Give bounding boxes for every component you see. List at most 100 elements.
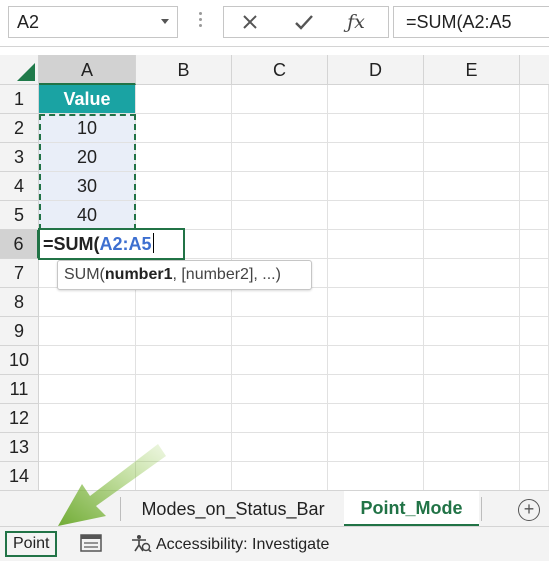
column-header-d[interactable]: D bbox=[328, 55, 424, 85]
grid-cell[interactable] bbox=[328, 114, 424, 143]
grid-cell[interactable] bbox=[136, 143, 232, 172]
grid-cell[interactable] bbox=[424, 462, 520, 491]
column-header-a[interactable]: A bbox=[39, 55, 136, 85]
row-header-9[interactable]: 9 bbox=[0, 317, 39, 346]
grid-cell[interactable] bbox=[424, 433, 520, 462]
column-header-e[interactable]: E bbox=[424, 55, 520, 85]
grid-cell[interactable] bbox=[136, 114, 232, 143]
grid-cell[interactable] bbox=[424, 143, 520, 172]
column-header-b[interactable]: B bbox=[136, 55, 232, 85]
grid-cell[interactable] bbox=[39, 346, 136, 375]
grid-cell[interactable] bbox=[232, 143, 328, 172]
grid-cell[interactable] bbox=[136, 317, 232, 346]
grid-cell[interactable] bbox=[136, 201, 232, 230]
grid-cell[interactable] bbox=[424, 85, 520, 114]
insert-function-icon[interactable]: ƒx bbox=[344, 10, 368, 34]
grid-cell[interactable] bbox=[232, 201, 328, 230]
tab-modes-on-status-bar[interactable]: Modes_on_Status_Bar bbox=[122, 491, 344, 527]
grid-cell[interactable] bbox=[328, 143, 424, 172]
grid-cell[interactable] bbox=[520, 317, 549, 346]
row-header-11[interactable]: 11 bbox=[0, 375, 39, 404]
grid-cell[interactable] bbox=[424, 201, 520, 230]
cancel-icon[interactable] bbox=[238, 10, 262, 34]
grid-cell[interactable] bbox=[520, 259, 549, 288]
row-header-12[interactable]: 12 bbox=[0, 404, 39, 433]
enter-check-icon[interactable] bbox=[292, 10, 316, 34]
grid-cell[interactable] bbox=[136, 346, 232, 375]
grid-cell[interactable] bbox=[328, 85, 424, 114]
row-header-13[interactable]: 13 bbox=[0, 433, 39, 462]
grid-cell[interactable] bbox=[424, 404, 520, 433]
row-header-1[interactable]: 1 bbox=[0, 85, 39, 114]
row-header-14[interactable]: 14 bbox=[0, 462, 39, 491]
grid-cell[interactable] bbox=[328, 259, 424, 288]
grid-cell[interactable] bbox=[232, 172, 328, 201]
grid-cell[interactable] bbox=[232, 462, 328, 491]
column-header-c[interactable]: C bbox=[232, 55, 328, 85]
grid-cell[interactable] bbox=[136, 433, 232, 462]
grid-cell[interactable] bbox=[328, 172, 424, 201]
grid-cell[interactable] bbox=[328, 230, 424, 259]
row-header-8[interactable]: 8 bbox=[0, 288, 39, 317]
cell-a4[interactable]: 30 bbox=[39, 172, 136, 201]
accessibility-status[interactable]: Accessibility: Investigate bbox=[130, 534, 329, 555]
grid-cell[interactable] bbox=[520, 346, 549, 375]
grid-cell[interactable] bbox=[424, 114, 520, 143]
grid-cell[interactable] bbox=[39, 375, 136, 404]
grid-cell[interactable] bbox=[328, 288, 424, 317]
grid-cell[interactable] bbox=[232, 85, 328, 114]
grid-cell[interactable] bbox=[520, 288, 549, 317]
cell-a2[interactable]: 10 bbox=[39, 114, 136, 143]
name-box[interactable]: A2 bbox=[8, 6, 178, 38]
grid-cell[interactable] bbox=[328, 375, 424, 404]
grid-cell[interactable] bbox=[136, 375, 232, 404]
grid-cell[interactable] bbox=[520, 85, 549, 114]
grid-cell[interactable] bbox=[424, 317, 520, 346]
grid-cell[interactable] bbox=[328, 201, 424, 230]
tooltip-arg-current[interactable]: number1 bbox=[105, 266, 173, 283]
grid-cell[interactable] bbox=[39, 317, 136, 346]
grid-cell[interactable] bbox=[39, 288, 136, 317]
tab-point-mode[interactable]: Point_Mode bbox=[344, 491, 479, 527]
grid-cell[interactable] bbox=[232, 433, 328, 462]
add-sheet-icon[interactable]: + bbox=[518, 499, 540, 521]
grid-cell[interactable] bbox=[136, 288, 232, 317]
chevron-down-icon[interactable] bbox=[161, 19, 169, 24]
grid-cell[interactable] bbox=[39, 433, 136, 462]
grid-cell[interactable] bbox=[424, 230, 520, 259]
grid-cell[interactable] bbox=[328, 462, 424, 491]
active-cell-editor[interactable]: =SUM(A2:A5 bbox=[38, 228, 185, 260]
grid-cell[interactable] bbox=[328, 317, 424, 346]
select-all-corner[interactable] bbox=[0, 55, 39, 85]
formula-input[interactable]: =SUM(A2:A5 bbox=[393, 6, 549, 38]
grid-cell[interactable] bbox=[232, 114, 328, 143]
grid-cell[interactable] bbox=[328, 433, 424, 462]
row-header-10[interactable]: 10 bbox=[0, 346, 39, 375]
grid-cell[interactable] bbox=[520, 462, 549, 491]
grid-cell[interactable] bbox=[232, 288, 328, 317]
row-header-7[interactable]: 7 bbox=[0, 259, 39, 288]
row-header-4[interactable]: 4 bbox=[0, 172, 39, 201]
more-options-icon[interactable] bbox=[199, 12, 202, 34]
grid-cell[interactable] bbox=[520, 230, 549, 259]
grid-cell[interactable] bbox=[232, 230, 328, 259]
cell-a1[interactable]: Value bbox=[39, 85, 136, 114]
grid-cell[interactable] bbox=[424, 375, 520, 404]
grid-cell[interactable] bbox=[424, 259, 520, 288]
row-header-6[interactable]: 6 bbox=[0, 230, 39, 259]
grid-cell[interactable] bbox=[520, 114, 549, 143]
grid-cell[interactable] bbox=[232, 375, 328, 404]
row-header-5[interactable]: 5 bbox=[0, 201, 39, 230]
grid-cell[interactable] bbox=[136, 462, 232, 491]
grid-cell[interactable] bbox=[39, 462, 136, 491]
grid-cell[interactable] bbox=[520, 201, 549, 230]
grid-cell[interactable] bbox=[136, 172, 232, 201]
row-header-2[interactable]: 2 bbox=[0, 114, 39, 143]
grid-cell[interactable] bbox=[520, 375, 549, 404]
grid-cell[interactable] bbox=[328, 346, 424, 375]
grid-cell[interactable] bbox=[520, 404, 549, 433]
row-header-3[interactable]: 3 bbox=[0, 143, 39, 172]
grid-cell[interactable] bbox=[520, 143, 549, 172]
grid-cell[interactable] bbox=[232, 317, 328, 346]
grid-cell[interactable] bbox=[232, 346, 328, 375]
